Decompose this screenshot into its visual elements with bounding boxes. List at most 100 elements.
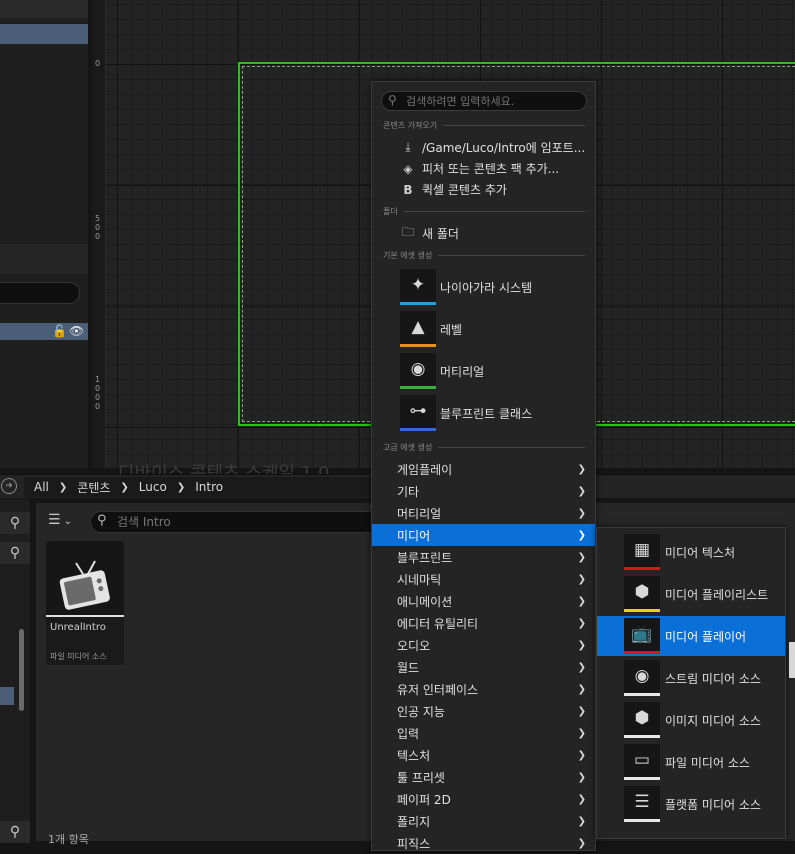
section-header-import: 콘텐츠 가져오기 — [383, 120, 585, 131]
tooltip-edge — [789, 642, 795, 678]
submenu-world[interactable]: 월드 ❯ — [372, 656, 595, 678]
menu-search-text[interactable] — [406, 94, 582, 108]
menu-search-input[interactable]: ⚲ — [381, 91, 587, 111]
add-asset-context-menu: ⚲ 콘텐츠 가져오기 ⤓/Game/Luco/Intro에 임포트... ◈피처… — [371, 81, 596, 851]
filter-dropdown-button[interactable]: ☰ ⌄ — [48, 512, 84, 532]
asset-search-text[interactable] — [117, 514, 367, 530]
import-icon: ⤓ — [405, 140, 411, 154]
menu-item-media-playlist[interactable]: ⬢ 미디어 플레이리스트 — [597, 574, 785, 614]
chevron-right-icon: ❯ — [577, 771, 586, 783]
stream-media-source-icon: ◉ — [624, 660, 660, 696]
chevron-right-icon: ❯ — [577, 683, 586, 695]
submenu-material[interactable]: 머티리얼 ❯ — [372, 502, 595, 524]
chevron-right-icon[interactable]: ❯ — [177, 482, 185, 493]
submenu-misc[interactable]: 기타 ❯ — [372, 480, 595, 502]
search-icon[interactable]: ⚲ — [0, 542, 30, 564]
section-header-advanced: 고급 에셋 생성 — [383, 442, 585, 453]
submenu-paper2d[interactable]: 페이퍼 2D ❯ — [372, 788, 595, 810]
blueprint-icon: ⊶ — [400, 395, 436, 431]
menu-item-import[interactable]: ⤓/Game/Luco/Intro에 임포트... — [372, 137, 595, 158]
chevron-right-icon: ❯ — [577, 595, 586, 607]
submenu-foliage[interactable]: 폴리지 ❯ — [372, 810, 595, 832]
media-texture-icon: ▦ — [624, 534, 660, 570]
sources-scrollbar[interactable] — [19, 629, 24, 711]
breadcrumb-item[interactable]: 콘텐츠 — [77, 479, 110, 496]
breadcrumb-item[interactable]: All — [34, 480, 49, 494]
history-icon[interactable]: ➜ — [1, 478, 17, 494]
search-icon[interactable]: ⚲ — [0, 821, 30, 843]
submenu-physics[interactable]: 피직스 ❯ — [372, 832, 595, 854]
material-icon: ◉ — [400, 353, 436, 389]
chevron-right-icon: ❯ — [577, 529, 586, 541]
outliner-search-input[interactable] — [0, 282, 80, 304]
search-icon: ⚲ — [97, 513, 107, 528]
media-submenu: ▦ 미디어 텍스처 ⬢ 미디어 플레이리스트 📺 미디어 플레이어 ◉ 스트림 미디어 … — [596, 527, 786, 839]
search-icon[interactable]: ⚲ — [0, 512, 30, 534]
tv-icon — [59, 560, 110, 610]
asset-search-input[interactable]: ⚲ — [90, 511, 380, 533]
menu-item-stream-media-source[interactable]: ◉ 스트림 미디어 소스 — [597, 658, 785, 698]
chevron-right-icon[interactable]: ❯ — [120, 482, 128, 493]
chevron-right-icon: ❯ — [577, 639, 586, 651]
sources-panel: ⚲ ⚲ ⚲ — [0, 499, 30, 843]
lock-icon[interactable]: 🔓 — [52, 324, 67, 338]
section-header-basic: 기본 에셋 생성 — [383, 250, 585, 261]
filter-icon: ☰ — [48, 512, 61, 528]
submenu-audio[interactable]: 오디오 ❯ — [372, 634, 595, 656]
menu-item-platform-media-source[interactable]: ☰ 플랫폼 미디어 소스 — [597, 784, 785, 824]
asset-thumbnail — [46, 541, 124, 615]
asset-type: 파일 미디어 소스 — [50, 652, 107, 661]
breadcrumb: All ❯ 콘텐츠 ❯ Luco ❯ Intro — [24, 477, 384, 497]
submenu-blueprint[interactable]: 블루프린트 ❯ — [372, 546, 595, 568]
menu-item-new-folder[interactable]: 🗀 새 폴더 — [372, 223, 595, 244]
outliner-header — [0, 0, 88, 18]
submenu-gameplay[interactable]: 게임플레이 ❯ — [372, 458, 595, 480]
submenu-cinematics[interactable]: 시네마틱 ❯ — [372, 568, 595, 590]
asset-type-bar — [46, 615, 124, 617]
menu-item-material[interactable]: ◉ 머티리얼 — [372, 351, 595, 391]
menu-item-add-quixel[interactable]: B 퀵셀 콘텐츠 추가 — [372, 179, 595, 200]
ruler-label: 1 0 0 0 — [95, 375, 101, 411]
chevron-right-icon: ❯ — [577, 749, 586, 761]
menu-item-media-player[interactable]: 📺 미디어 플레이어 — [597, 616, 785, 656]
submenu-user-interface[interactable]: 유저 인터페이스 ❯ — [372, 678, 595, 700]
breadcrumb-item[interactable]: Luco — [139, 480, 167, 494]
media-player-icon: 📺 — [624, 618, 660, 654]
feature-pack-icon: ◈ — [403, 161, 413, 176]
chevron-right-icon: ❯ — [577, 617, 586, 629]
menu-item-level[interactable]: ▲ 레벨 — [372, 309, 595, 349]
section-header-folder: 폴더 — [383, 206, 585, 217]
media-playlist-icon: ⬢ — [624, 576, 660, 612]
submenu-input[interactable]: 입력 ❯ — [372, 722, 595, 744]
outliner-divider — [0, 244, 88, 274]
submenu-media[interactable]: 미디어 ❯ — [372, 524, 595, 546]
outliner-row[interactable]: 🔓 👁 — [0, 323, 88, 340]
eye-icon[interactable]: 👁 — [69, 324, 84, 338]
submenu-ai[interactable]: 인공 지능 ❯ — [372, 700, 595, 722]
menu-item-image-media-source[interactable]: ⬢ 이미지 미디어 소스 — [597, 700, 785, 740]
menu-item-file-media-source[interactable]: ▭ 파일 미디어 소스 — [597, 742, 785, 782]
ruler-label: 5 0 0 — [95, 214, 101, 241]
chevron-right-icon: ❯ — [577, 815, 586, 827]
menu-item-blueprint-class[interactable]: ⊶ 블루프린트 클래스 — [372, 393, 595, 433]
file-media-source-icon: ▭ — [624, 744, 660, 780]
menu-item-niagara-system[interactable]: ✦ 나이아가라 시스템 — [372, 267, 595, 307]
submenu-animation[interactable]: 애니메이션 ❯ — [372, 590, 595, 612]
chevron-right-icon[interactable]: ❯ — [59, 482, 67, 493]
breadcrumb-item[interactable]: Intro — [195, 480, 223, 494]
ruler-label: 0 — [95, 59, 101, 68]
submenu-editor-utilities[interactable]: 에디터 유틸리티 ❯ — [372, 612, 595, 634]
chevron-right-icon: ❯ — [577, 551, 586, 563]
outliner-selected-row[interactable] — [0, 24, 88, 44]
chevron-right-icon: ❯ — [577, 463, 586, 475]
asset-tile[interactable]: UnrealIntro 파일 미디어 소스 — [46, 541, 124, 665]
menu-item-add-feature-pack[interactable]: ◈ 피처 또는 콘텐츠 팩 추가... — [372, 158, 595, 179]
menu-item-media-texture[interactable]: ▦ 미디어 텍스처 — [597, 532, 785, 572]
chevron-right-icon: ❯ — [577, 793, 586, 805]
asset-name: UnrealIntro — [50, 622, 106, 633]
sources-selected-row[interactable] — [0, 687, 14, 705]
niagara-icon: ✦ — [400, 269, 436, 305]
vertical-ruler: 0 5 0 0 1 0 0 0 — [92, 0, 106, 468]
submenu-textures[interactable]: 텍스처 ❯ — [372, 744, 595, 766]
submenu-tool-presets[interactable]: 툴 프리셋 ❯ — [372, 766, 595, 788]
